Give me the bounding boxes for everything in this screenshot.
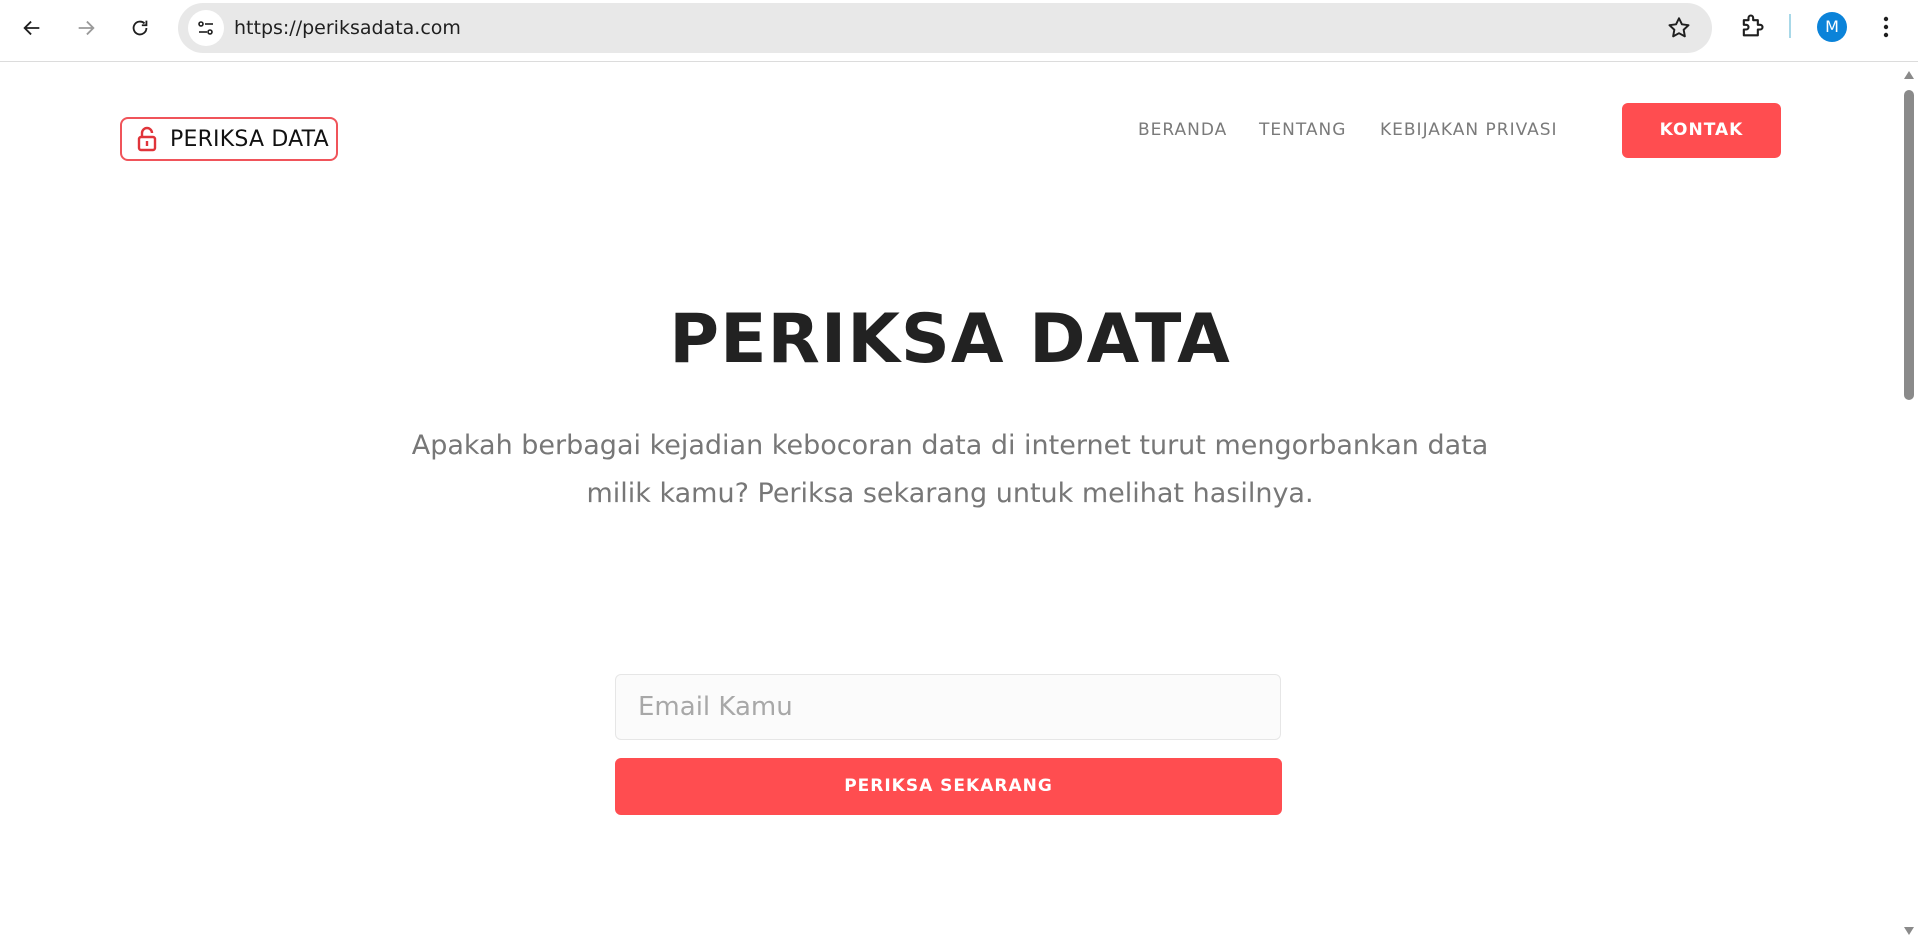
scroll-thumb[interactable]	[1904, 90, 1914, 400]
browser-toolbar: https://periksadata.com M	[0, 0, 1918, 62]
arrow-right-icon	[78, 20, 95, 36]
site-logo[interactable]: PERIKSA DATA	[120, 117, 338, 161]
forward-button[interactable]	[66, 8, 106, 48]
hero-subtitle: Apakah berbagai kejadian kebocoran data …	[411, 430, 1489, 509]
reload-icon	[132, 20, 148, 36]
check-now-button[interactable]: PERIKSA SEKARANG	[615, 758, 1282, 815]
hero-title: PERIKSA DATA	[669, 300, 1231, 379]
extensions-puzzle-icon[interactable]	[1738, 12, 1766, 40]
site-info-button[interactable]	[188, 10, 224, 46]
email-input[interactable]	[615, 674, 1281, 740]
nav-link-beranda[interactable]: BERANDA	[1138, 120, 1227, 140]
unlocked-padlock-icon	[137, 126, 157, 152]
contact-button[interactable]: KONTAK	[1622, 103, 1781, 158]
nav-link-tentang[interactable]: TENTANG	[1259, 120, 1346, 140]
back-button[interactable]	[12, 8, 52, 48]
toolbar-divider	[1789, 14, 1791, 38]
arrow-left-icon	[23, 20, 40, 36]
more-vert-icon[interactable]	[1874, 12, 1898, 42]
bookmark-star-icon[interactable]	[1666, 15, 1692, 41]
logo-text: PERIKSA DATA	[170, 126, 329, 152]
scroll-down-arrow-icon[interactable]	[1903, 926, 1915, 936]
url-text[interactable]: https://periksadata.com	[234, 3, 461, 53]
page-scrollbar[interactable]	[1900, 62, 1918, 940]
profile-avatar[interactable]: M	[1817, 12, 1847, 42]
address-bar[interactable]: https://periksadata.com	[178, 3, 1712, 53]
reload-button[interactable]	[120, 8, 160, 48]
page-viewport: PERIKSA DATA BERANDA TENTANG KEBIJAKAN P…	[0, 62, 1900, 940]
scroll-up-arrow-icon[interactable]	[1903, 70, 1915, 80]
tune-icon	[198, 21, 213, 35]
nav-link-kebijakan-privasi[interactable]: KEBIJAKAN PRIVASI	[1380, 120, 1558, 140]
